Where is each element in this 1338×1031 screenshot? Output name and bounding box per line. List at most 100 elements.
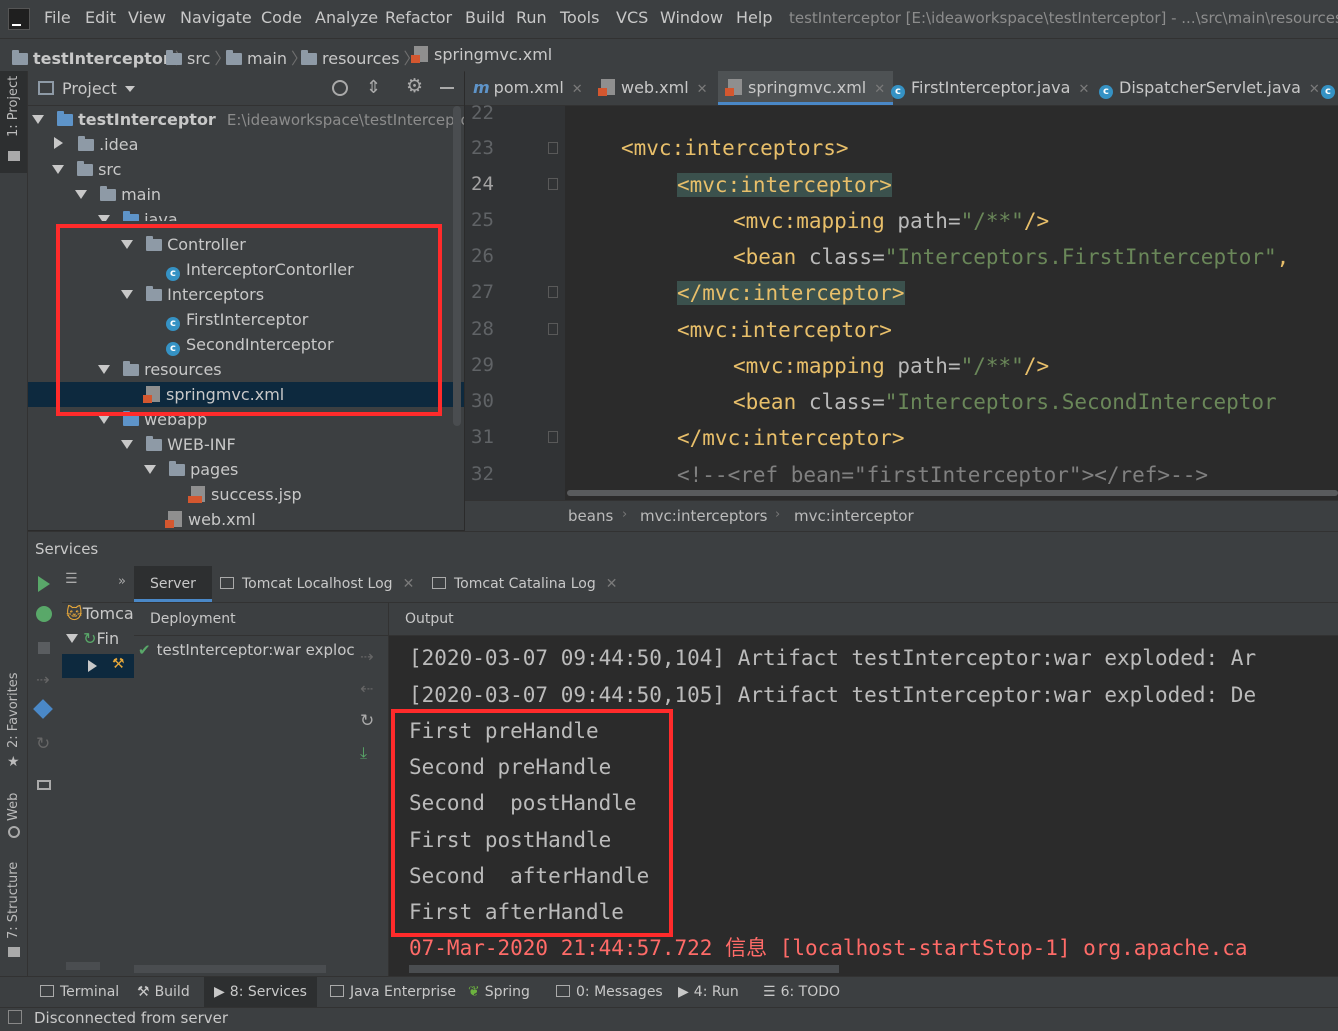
nav-crumb-main[interactable]: main 〉 xyxy=(226,45,311,69)
tab-overflow[interactable]: c xyxy=(1321,71,1338,105)
menu-code[interactable]: Code xyxy=(261,8,302,27)
menu-run[interactable]: Run xyxy=(516,8,547,27)
tool-project[interactable]: 1: Project xyxy=(6,76,21,137)
close-icon[interactable]: ✕ xyxy=(874,82,885,97)
fold-marker-icon[interactable] xyxy=(548,431,558,443)
fold-marker-icon[interactable] xyxy=(548,286,558,298)
close-icon[interactable]: ✕ xyxy=(606,576,618,592)
tool-java-enterprise[interactable]: Java Enterprise xyxy=(330,977,456,1008)
debug-icon[interactable] xyxy=(36,606,52,622)
run-icon[interactable] xyxy=(38,576,50,592)
deployment-scrollbar[interactable] xyxy=(134,965,326,973)
tab-web-xml[interactable]: web.xml ✕ xyxy=(598,71,719,105)
collapse-icon[interactable]: ☰ xyxy=(65,571,78,587)
project-view-selector[interactable]: Project xyxy=(62,79,117,98)
download-icon[interactable]: ⤓ xyxy=(360,743,367,763)
close-icon[interactable]: ✕ xyxy=(697,82,708,97)
deployment-item[interactable]: ✔ testInterceptor:war exploc xyxy=(138,641,355,659)
chevron-down-icon[interactable] xyxy=(66,634,78,643)
menu-window[interactable]: Window xyxy=(660,8,723,27)
tab-tomcat-localhost-log[interactable]: Tomcat Localhost Log ✕ xyxy=(220,566,414,602)
nav-crumb-src[interactable]: src 〉 xyxy=(166,45,234,69)
crumb-mvc-interceptors[interactable]: mvc:interceptors xyxy=(640,507,767,525)
chevron-down-icon[interactable] xyxy=(125,86,135,92)
crumb-beans[interactable]: beans xyxy=(568,507,613,525)
menu-help[interactable]: Help xyxy=(736,8,772,27)
tree-node-success-jsp[interactable]: success.jsp xyxy=(28,482,464,507)
tree-node-web-xml[interactable]: web.xml xyxy=(28,507,464,530)
tab-dispatcher-servlet-java[interactable]: c DispatcherServlet.java ✕ xyxy=(1099,71,1320,105)
close-icon[interactable]: ✕ xyxy=(1078,82,1089,97)
layout-icon[interactable] xyxy=(37,780,51,790)
service-node-tomcat[interactable]: 🐱Tomca xyxy=(66,604,134,623)
chevron-down-icon[interactable] xyxy=(144,465,156,474)
chevron-down-icon[interactable] xyxy=(98,215,110,221)
menu-tools[interactable]: Tools xyxy=(560,8,599,27)
folder-icon xyxy=(146,436,163,451)
update-icon[interactable] xyxy=(33,699,53,719)
output-scrollbar[interactable] xyxy=(409,965,839,973)
chevron-right-icon[interactable] xyxy=(88,660,97,672)
editor-horizontal-scrollbar[interactable] xyxy=(565,488,1338,498)
chevron-down-icon[interactable] xyxy=(121,440,133,449)
service-node-selected[interactable]: ⚒ xyxy=(62,654,134,678)
close-icon[interactable]: ✕ xyxy=(403,576,415,592)
tree-scrollbar[interactable] xyxy=(66,962,100,970)
tree-node-web-inf[interactable]: WEB-INF xyxy=(28,432,464,457)
tool-structure[interactable]: 7: Structure xyxy=(6,862,21,939)
menu-refactor[interactable]: Refactor xyxy=(385,8,452,27)
tool-terminal[interactable]: Terminal xyxy=(40,977,119,1008)
tree-node-pages[interactable]: pages xyxy=(28,457,464,482)
code-editor[interactable]: <mvc:interceptors> <mvc:interceptor> <mv… xyxy=(565,106,1338,500)
tab-server[interactable]: Server xyxy=(134,566,212,602)
nav-crumb-file[interactable]: springmvc.xml xyxy=(411,45,552,64)
tab-springmvc-xml[interactable]: springmvc.xml ✕ xyxy=(718,71,894,105)
menu-analyze[interactable]: Analyze xyxy=(315,8,378,27)
refresh-icon[interactable]: ↻ xyxy=(360,711,374,731)
tool-favorites[interactable]: 2: Favorites xyxy=(6,672,21,748)
class-icon: c xyxy=(1321,85,1335,99)
tab-tomcat-catalina-log[interactable]: Tomcat Catalina Log ✕ xyxy=(432,566,617,602)
chevron-down-icon[interactable] xyxy=(52,165,64,174)
fold-marker-icon[interactable] xyxy=(548,323,558,335)
nav-crumb-resources[interactable]: resources〉 xyxy=(301,45,424,69)
close-icon[interactable]: ✕ xyxy=(572,82,583,97)
menu-navigate[interactable]: Navigate xyxy=(180,8,252,27)
tool-todo[interactable]: ☰ 6: TODO xyxy=(763,977,840,1008)
tree-scrollbar[interactable] xyxy=(453,106,461,426)
collapse-all-icon[interactable]: ⇕ xyxy=(366,77,381,98)
tool-build[interactable]: ⚒ Build xyxy=(137,977,190,1008)
tab-pom-xml[interactable]: m pom.xml ✕ xyxy=(473,71,593,105)
tree-node-main[interactable]: main xyxy=(28,182,464,207)
scrollbar-thumb[interactable] xyxy=(567,490,1338,496)
hide-icon[interactable] xyxy=(440,87,454,89)
close-icon[interactable]: ✕ xyxy=(1309,82,1320,97)
menu-vcs[interactable]: VCS xyxy=(616,8,648,27)
locate-icon[interactable] xyxy=(332,80,348,96)
menu-edit[interactable]: Edit xyxy=(85,8,116,27)
tree-node-src[interactable]: src xyxy=(28,157,464,182)
tool-run[interactable]: ▶ 4: Run xyxy=(678,977,739,1008)
tool-web[interactable]: Web xyxy=(6,793,21,821)
chevron-down-icon[interactable] xyxy=(98,415,110,424)
fold-marker-icon[interactable] xyxy=(548,142,558,154)
fold-marker-icon[interactable] xyxy=(548,178,558,190)
tree-node-java[interactable]: java xyxy=(28,207,464,221)
chevron-right-icon[interactable] xyxy=(54,137,63,149)
menu-file[interactable]: File xyxy=(44,8,71,27)
status-icon[interactable] xyxy=(8,1010,22,1024)
chevron-down-icon[interactable] xyxy=(32,115,44,124)
gear-icon[interactable]: ⚙ xyxy=(406,75,423,97)
tool-spring[interactable]: ❦ Spring xyxy=(468,977,530,1008)
menu-build[interactable]: Build xyxy=(465,8,505,27)
menu-view[interactable]: View xyxy=(128,8,166,27)
tool-services[interactable]: ▶ 8: Services xyxy=(204,977,317,1008)
crumb-mvc-interceptor[interactable]: mvc:interceptor xyxy=(794,507,914,525)
service-node-fin[interactable]: ↻Fin xyxy=(66,629,119,648)
tab-first-interceptor-java[interactable]: c FirstInterceptor.java ✕ xyxy=(891,71,1089,105)
more-icon[interactable]: » xyxy=(118,574,126,589)
tree-node-idea[interactable]: .idea xyxy=(28,132,464,157)
tool-messages[interactable]: 0: Messages xyxy=(556,977,663,1008)
chevron-down-icon[interactable] xyxy=(75,190,87,199)
tree-node-project-root[interactable]: testInterceptor E:\ideaworkspace\testInt… xyxy=(28,107,464,132)
